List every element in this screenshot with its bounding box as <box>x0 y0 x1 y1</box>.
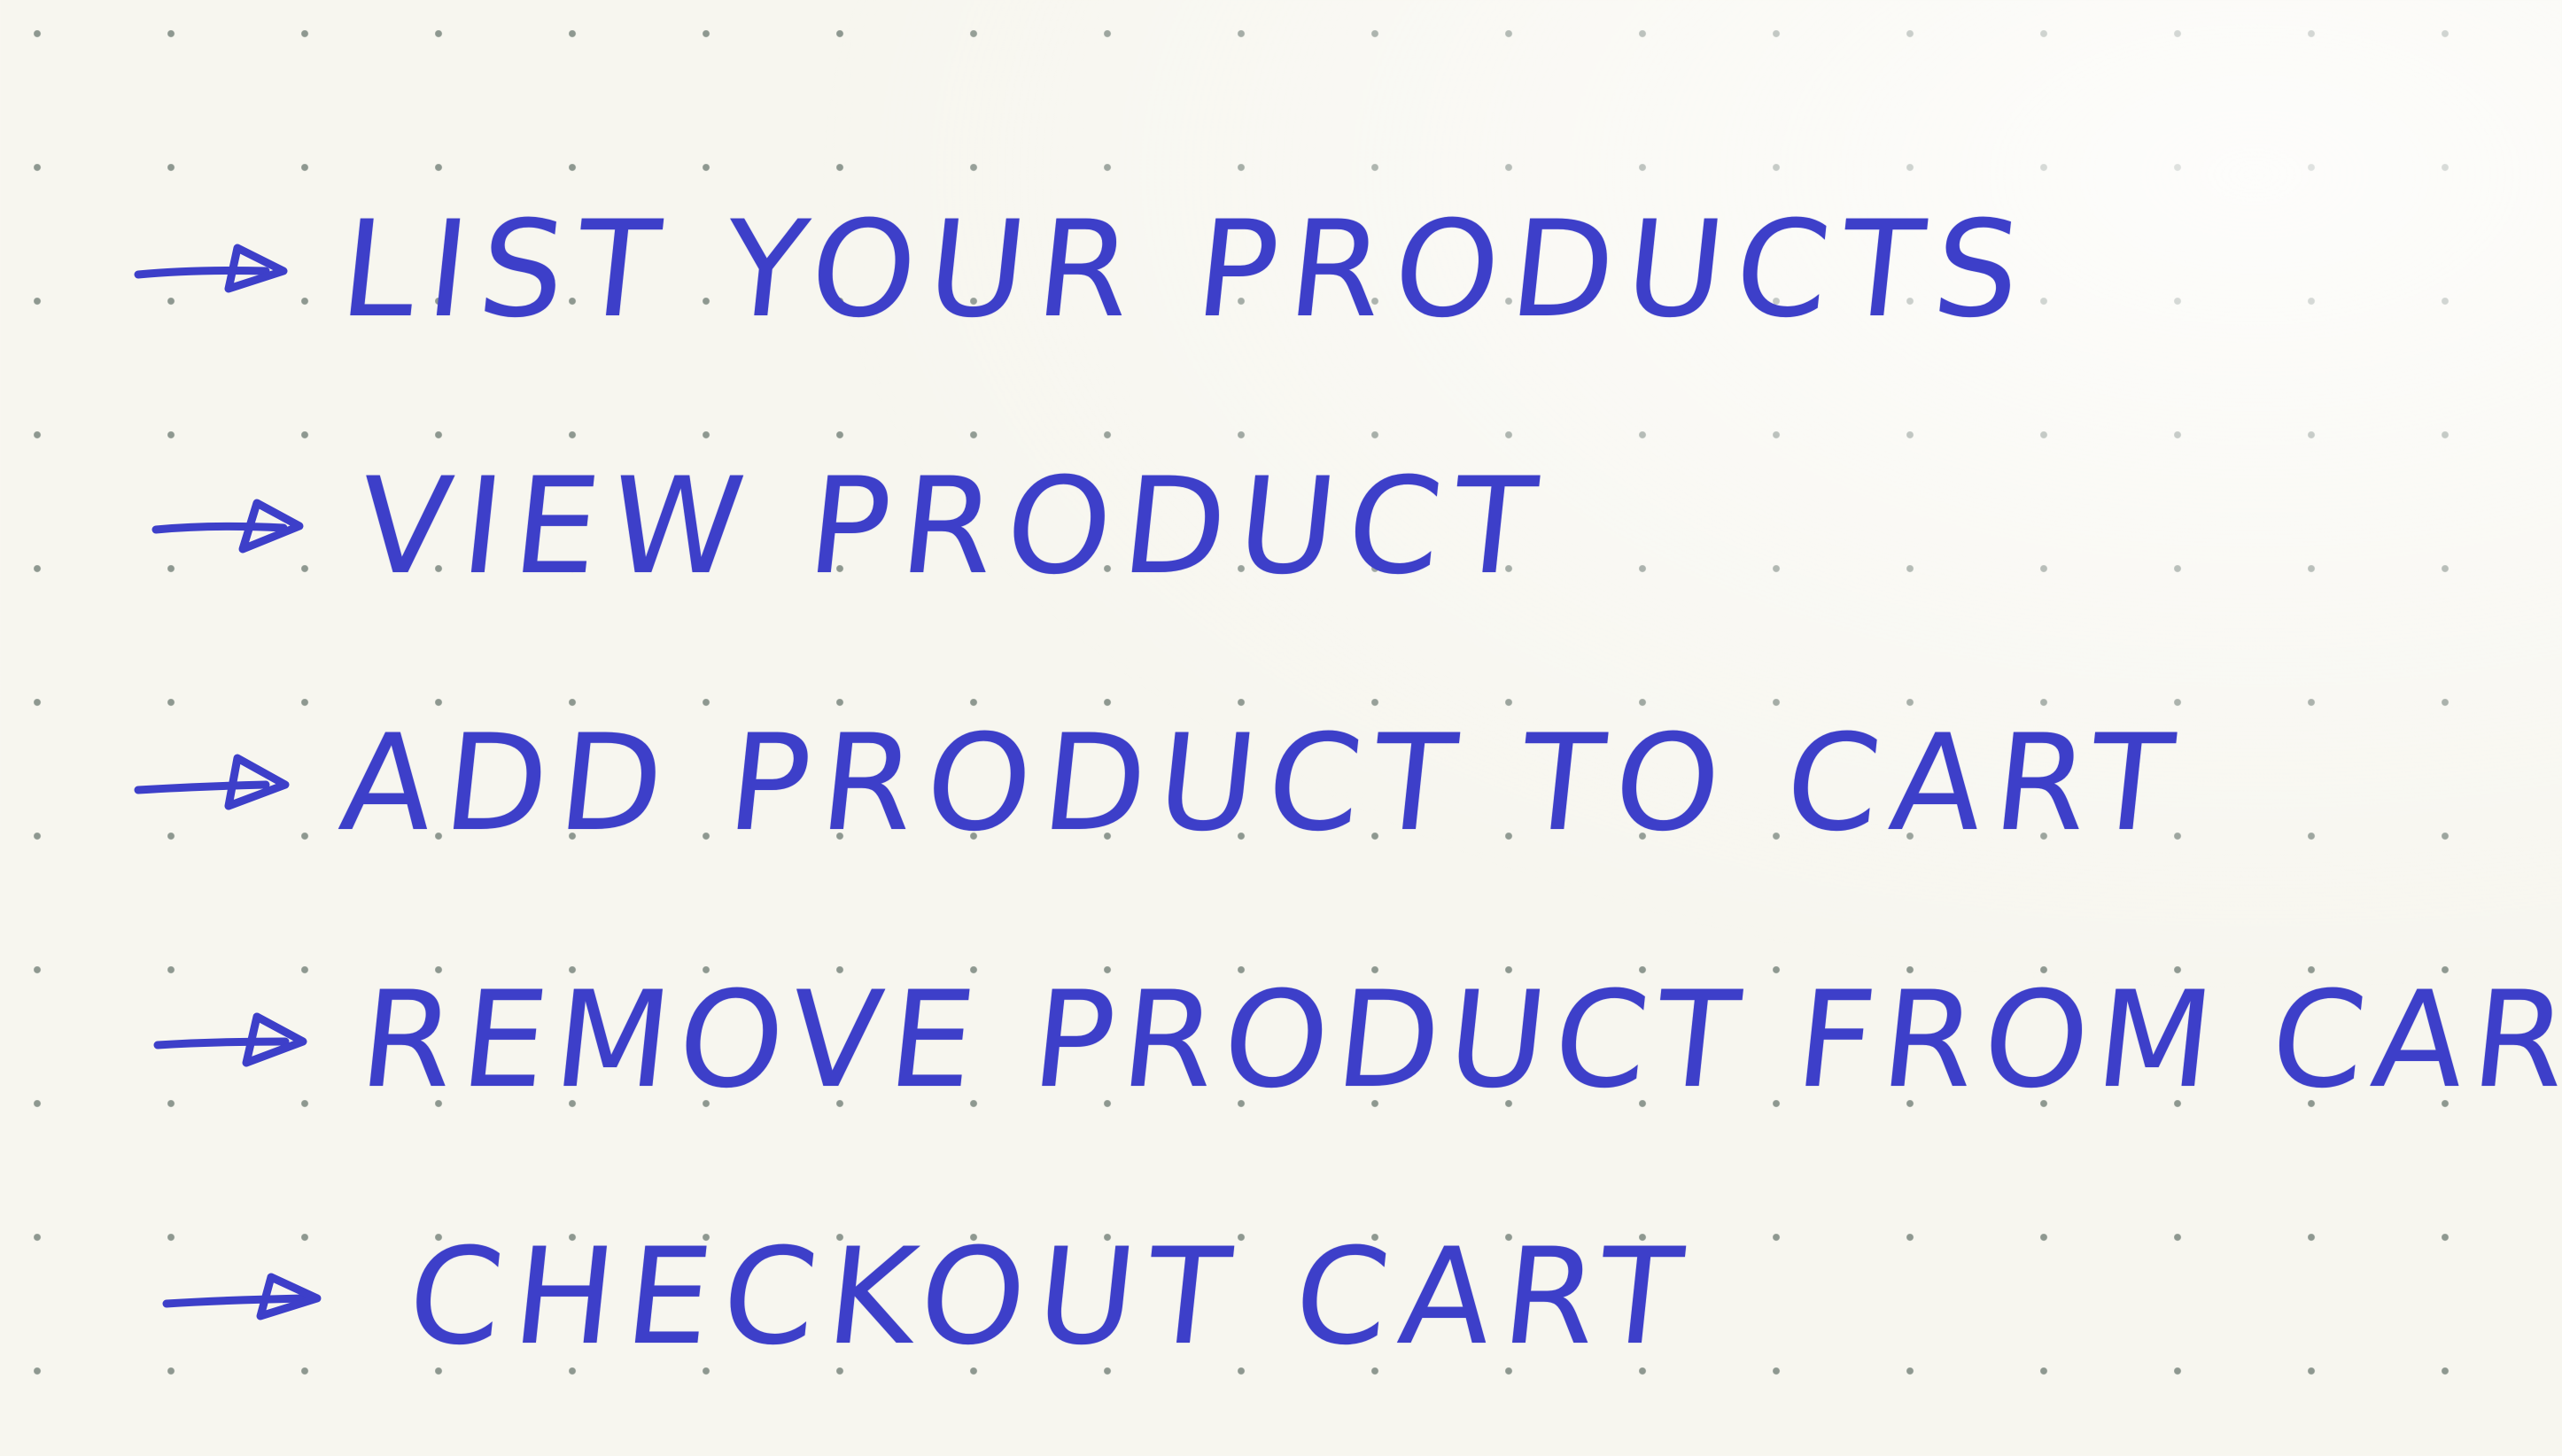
list-item-label: LIST YOUR PRODUCTS <box>333 193 2040 347</box>
arrow-icon <box>152 1001 330 1080</box>
dot-grid-paper: LIST YOUR PRODUCTS VIEW PRODUCT ADD PROD… <box>0 0 2562 1456</box>
list-item: LIST YOUR PRODUCTS <box>133 142 2436 399</box>
list-item: REMOVE PRODUCT FROM CART <box>133 912 2562 1169</box>
arrow-icon <box>161 1258 338 1337</box>
arrow-icon <box>133 744 310 824</box>
arrow-icon <box>133 230 310 310</box>
arrow-icon <box>151 487 328 567</box>
list-item-label: CHECKOUT CART <box>400 1220 1701 1375</box>
list-item: VIEW PRODUCT <box>133 399 2436 655</box>
list-item-label: REMOVE PRODUCT FROM CART <box>353 964 2562 1118</box>
list-item-label: ADD PRODUCT TO CART <box>333 707 2193 861</box>
list-item-label: VIEW PRODUCT <box>351 450 1556 604</box>
handwritten-list: LIST YOUR PRODUCTS VIEW PRODUCT ADD PROD… <box>133 142 2562 1426</box>
list-item: ADD PRODUCT TO CART <box>133 655 2436 912</box>
list-item: CHECKOUT CART <box>133 1169 2436 1426</box>
